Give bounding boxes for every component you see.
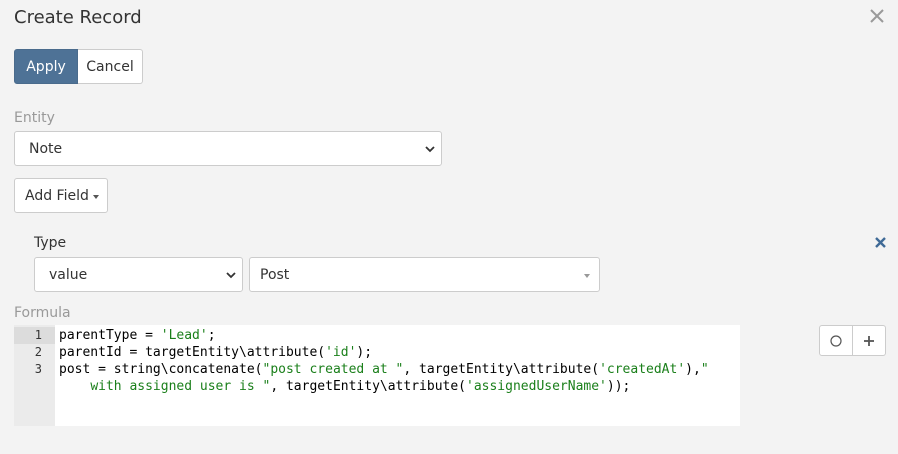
action-buttons: Apply Cancel	[14, 49, 143, 84]
code-line: post = string\concatenate("post created …	[59, 361, 740, 378]
circle-icon	[830, 334, 842, 347]
line-number: 3	[34, 362, 42, 376]
chevron-down-icon	[226, 272, 236, 279]
value-type-select-value: value	[49, 266, 88, 283]
close-icon[interactable]	[868, 7, 886, 25]
code-line: parentType = 'Lead';	[59, 327, 740, 344]
caret-down-icon	[92, 194, 99, 199]
formula-label: Formula	[14, 305, 71, 321]
code-token: , targetEntity\attribute(	[270, 379, 466, 394]
line-number: 2	[34, 345, 42, 359]
entity-select[interactable]: Note	[14, 131, 442, 166]
line-number: 1	[14, 327, 55, 344]
field-select-value: Post	[260, 266, 290, 283]
code-token: , targetEntity\attribute(	[403, 362, 600, 377]
line-number-gutter: 1 2 3	[14, 325, 55, 426]
remove-icon[interactable]	[874, 236, 887, 249]
plus-icon	[864, 335, 874, 346]
dialog-title: Create Record	[14, 7, 142, 28]
add-field-label: Add Field	[25, 187, 89, 204]
cancel-button[interactable]: Cancel	[78, 49, 143, 84]
value-type-select[interactable]: value	[34, 257, 243, 292]
code-token: parentType =	[59, 328, 161, 343]
code-string: "	[700, 362, 709, 377]
formula-tools	[819, 325, 886, 356]
code-string: "post created at "	[262, 362, 404, 377]
code-area[interactable]: parentType = 'Lead'; parentId = targetEnt…	[55, 325, 740, 426]
circle-button[interactable]	[819, 325, 853, 356]
code-token: parentId = targetEntity\attribute(	[59, 345, 326, 360]
code-line: with assigned user is ", targetEntity\at…	[59, 378, 740, 395]
apply-button[interactable]: Apply	[14, 49, 78, 84]
entity-select-value: Note	[29, 140, 63, 157]
code-string: with assigned user is "	[90, 379, 271, 394]
formula-editor[interactable]: 1 2 3 parentType = 'Lead'; parentId = tar…	[14, 325, 740, 426]
add-field-button[interactable]: Add Field	[14, 178, 108, 213]
code-line: parentId = targetEntity\attribute('id');	[59, 344, 740, 361]
code-token: ),	[685, 362, 701, 377]
code-token: ));	[606, 379, 631, 394]
entity-label: Entity	[14, 110, 55, 126]
code-string: 'Lead'	[160, 328, 208, 343]
code-token: );	[356, 345, 373, 360]
code-string: 'assignedUserName'	[466, 379, 607, 394]
code-string: 'createdAt'	[599, 362, 686, 377]
field-select[interactable]: Post	[249, 257, 600, 292]
plus-button[interactable]	[853, 325, 886, 356]
code-token: ;	[207, 328, 216, 343]
type-label: Type	[34, 235, 67, 251]
chevron-down-icon	[425, 146, 435, 153]
code-token: post = string\concatenate(	[59, 362, 263, 377]
caret-down-icon	[584, 274, 590, 278]
code-string: 'id'	[325, 345, 357, 360]
